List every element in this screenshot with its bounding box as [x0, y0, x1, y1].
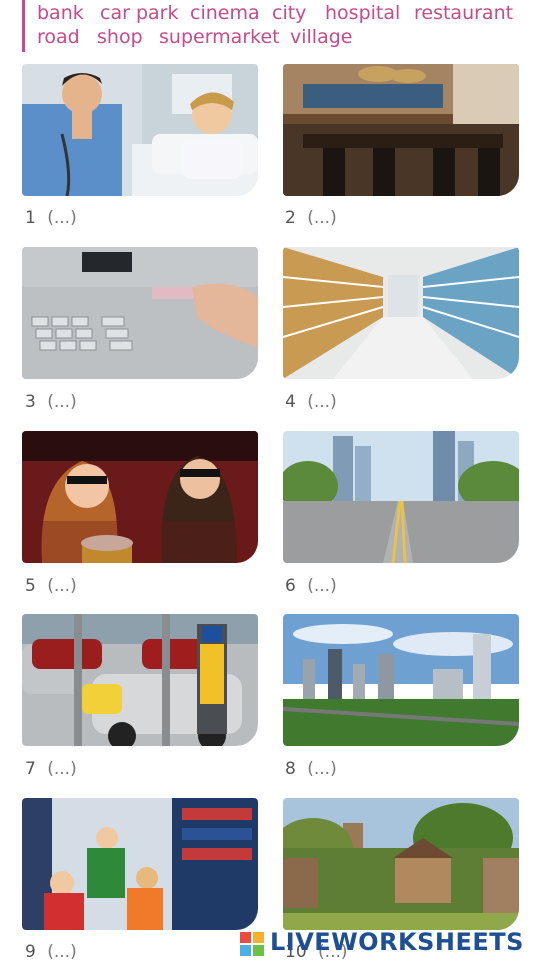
word-bank-item: cinema: [190, 2, 260, 24]
item-number: 6: [285, 576, 296, 596]
word-bank-item: bank: [37, 2, 84, 24]
word-bank-item: supermarket: [159, 26, 280, 48]
word-bank-item: car park: [100, 2, 179, 24]
word-bank-item: village: [290, 26, 353, 48]
photo-cash-machine: [22, 247, 258, 379]
item-number: 1: [25, 208, 36, 228]
answer-blank[interactable]: (...): [47, 392, 76, 412]
word-bank-item: city: [272, 2, 307, 24]
photo-restaurant: [283, 64, 519, 196]
answer-blank[interactable]: (...): [47, 942, 76, 962]
answer-label-4[interactable]: 4 (...): [285, 392, 337, 412]
photo-city: [283, 614, 519, 746]
answer-label-2[interactable]: 2 (...): [285, 208, 337, 228]
answer-label-7[interactable]: 7 (...): [25, 759, 77, 779]
photo-road: [283, 431, 519, 563]
liveworksheets-brand[interactable]: LIVEWORKSHEETS: [270, 928, 524, 956]
answer-label-1[interactable]: 1 (...): [25, 208, 77, 228]
word-bank-item: shop: [97, 26, 143, 48]
answer-blank[interactable]: (...): [47, 759, 76, 779]
word-bank-item: restaurant: [414, 2, 514, 24]
answer-blank[interactable]: (...): [307, 759, 336, 779]
photo-car-park: [22, 614, 258, 746]
answer-label-6[interactable]: 6 (...): [285, 576, 337, 596]
item-number: 3: [25, 392, 36, 412]
photo-shop: [22, 798, 258, 930]
answer-blank[interactable]: (...): [47, 576, 76, 596]
photo-village: [283, 798, 519, 930]
item-number: 7: [25, 759, 36, 779]
item-number: 2: [285, 208, 296, 228]
liveworksheets-footer: LIVEWORKSHEETS: [240, 928, 540, 960]
answer-blank[interactable]: (...): [307, 576, 336, 596]
answer-blank[interactable]: (...): [307, 392, 336, 412]
photo-hospital: [22, 64, 258, 196]
answer-label-9[interactable]: 9 (...): [25, 942, 77, 962]
item-number: 4: [285, 392, 296, 412]
answer-blank[interactable]: (...): [47, 208, 76, 228]
word-bank-item: hospital: [325, 2, 401, 24]
photo-cinema: [22, 431, 258, 563]
word-bank: bank car park cinema city hospital resta…: [22, 0, 545, 52]
photo-supermarket: [283, 247, 519, 379]
item-number: 5: [25, 576, 36, 596]
answer-label-8[interactable]: 8 (...): [285, 759, 337, 779]
liveworksheets-logo-icon: [240, 932, 264, 956]
answer-label-3[interactable]: 3 (...): [25, 392, 77, 412]
answer-label-5[interactable]: 5 (...): [25, 576, 77, 596]
answer-blank[interactable]: (...): [307, 208, 336, 228]
item-number: 9: [25, 942, 36, 962]
item-number: 8: [285, 759, 296, 779]
word-bank-item: road: [37, 26, 80, 48]
